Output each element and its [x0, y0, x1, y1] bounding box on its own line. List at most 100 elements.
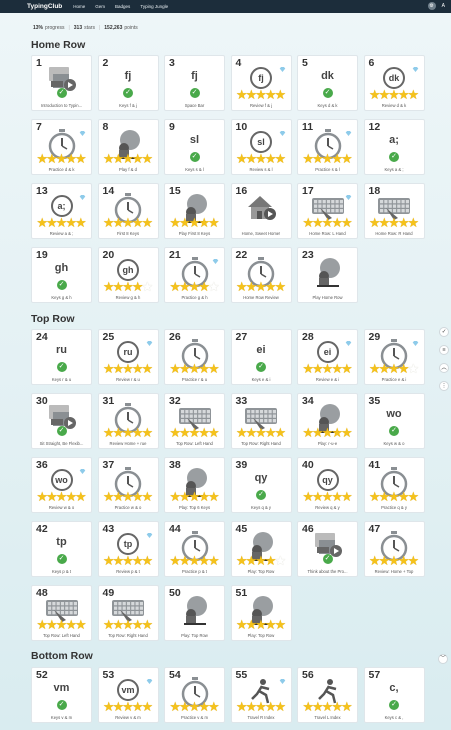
lesson-card-31[interactable]: 31 ★ ★ ★ ★ ★ Review Home + rue	[97, 393, 159, 449]
check-icon[interactable]: ✓	[439, 327, 449, 337]
lesson-card-57[interactable]: 57 c, ✓ Keys c & ,	[363, 667, 425, 723]
star-rating: ★ ★ ★ ★ ★	[365, 362, 424, 375]
lesson-card-43[interactable]: 43 tp ★ ★ ★ ★ ★ Review p & t	[97, 521, 159, 577]
star-icon: ★	[407, 87, 420, 102]
lesson-card-24[interactable]: 24 ru ✓ Keys r & u	[31, 329, 92, 385]
lesson-card-15[interactable]: 15 ★ ★ ★ ★ ★ Play First 8 Keys	[164, 183, 225, 239]
star-rating: ★ ★ ★ ★ ★	[298, 152, 357, 165]
lesson-card-41[interactable]: 41 ★ ★ ★ ★ ★ Practice q & y	[363, 457, 425, 513]
lesson-card-42[interactable]: 42 tp ✓ Keys p & t	[31, 521, 92, 577]
lesson-card-8[interactable]: 8 ★ ★ ★ ★ ★ Play f & d	[97, 119, 159, 175]
lesson-card-7[interactable]: 7 ★ ★ ★ ★ ★ Practice d & k	[31, 119, 92, 175]
nav-typing-jungle[interactable]: Typing Jungle	[140, 4, 168, 9]
menu-icon[interactable]: ≡	[439, 345, 449, 355]
lesson-card-20[interactable]: 20 gh ★ ★ ★ ★ ★ Review g & h	[97, 247, 159, 303]
lesson-card-35[interactable]: 35 wo ✓ Keys w & o	[363, 393, 425, 449]
lesson-card-5[interactable]: 5 dk ✓ Keys d & k	[297, 55, 358, 111]
lesson-card-26[interactable]: 26 ★ ★ ★ ★ ★ Practice r & u	[164, 329, 225, 385]
star-icon: ★	[340, 489, 353, 504]
settings-icon[interactable]: ⚙	[427, 2, 436, 10]
lesson-caption: Practice s & l	[315, 167, 340, 172]
lesson-card-34[interactable]: 34 ★ ★ ★ ★ ★ Play: r-u-e	[297, 393, 358, 449]
nav-gem[interactable]: Gem	[95, 4, 105, 9]
lesson-card-19[interactable]: 19 gh ✓ Keys g & h	[31, 247, 92, 303]
nav-badges[interactable]: Badges	[115, 4, 130, 9]
lesson-card-33[interactable]: 33 ★ ★ ★ ★ ★ Top Row: Right Hand	[230, 393, 292, 449]
stars-value: 313	[73, 25, 83, 31]
lesson-card-54[interactable]: 54 ★ ★ ★ ★ ★ Practice v & m	[164, 667, 225, 723]
lesson-card-30[interactable]: 30 ✓ Sit Straight, Be Flexib...	[31, 393, 92, 449]
lesson-card-40[interactable]: 40 qy ★ ★ ★ ★ ★ Review q & y	[297, 457, 358, 513]
gem-icon	[79, 187, 86, 200]
lesson-caption: Review v & m	[115, 715, 141, 720]
gem-icon	[345, 123, 352, 136]
lesson-card-29[interactable]: 29 ★ ★ ★ ★ ★ Practice e & i	[363, 329, 425, 385]
lesson-caption: Home, Sweet Home!	[241, 231, 281, 236]
lesson-card-36[interactable]: 36 wo ★ ★ ★ ★ ★ Review w & o	[31, 457, 92, 513]
star-rating: ★ ★ ★ ★ ★	[298, 216, 357, 229]
lesson-card-25[interactable]: 25 ru ★ ★ ★ ★ ★ Review r & u	[97, 329, 159, 385]
star-rating: ★ ★ ★ ★ ★	[99, 152, 158, 165]
lesson-card-1[interactable]: 1 ✓ Introduction to Typin...	[31, 55, 92, 111]
lesson-card-12[interactable]: 12 a; ✓ Keys a & ;	[363, 119, 425, 175]
lesson-card-39[interactable]: 39 qy ✓ Keys q & y	[230, 457, 292, 513]
chevron-down-icon[interactable]: ﹀	[438, 654, 448, 664]
lesson-card-16[interactable]: 16 Home, Sweet Home!	[230, 183, 292, 239]
star-rating: ★ ★ ★ ★ ★	[165, 700, 224, 713]
lesson-card-17[interactable]: 17 ★ ★ ★ ★ ★ Home Row: L Hand	[297, 183, 358, 239]
lesson-card-13[interactable]: 13 a; ★ ★ ★ ★ ★ Review a & ;	[31, 183, 92, 239]
lesson-card-47[interactable]: 47 ★ ★ ★ ★ ★ Review: Home + Top	[363, 521, 425, 577]
lesson-card-48[interactable]: 48 ★ ★ ★ ★ ★ Top Row: Left Hand	[31, 585, 92, 641]
lesson-caption: Keys q & y	[250, 505, 271, 510]
lesson-card-18[interactable]: 18 ★ ★ ★ ★ ★ Home Row: R Hand	[363, 183, 425, 239]
star-icon: ★	[207, 699, 220, 714]
completed-check-icon: ✓	[56, 362, 67, 372]
lesson-card-32[interactable]: 32 ★ ★ ★ ★ ★ Top Row: Left Hand	[164, 393, 225, 449]
lesson-caption: Review f & j	[249, 103, 273, 108]
star-rating: ★ ★ ★ ★ ★	[99, 554, 158, 567]
lesson-card-45[interactable]: 45 ★ ★ ★ ★ ★ Play: Top Row	[230, 521, 292, 577]
more-icon[interactable]: ⋮	[439, 381, 449, 391]
lesson-card-28[interactable]: 28 ei ★ ★ ★ ★ ★ Review e & i	[297, 329, 358, 385]
lesson-caption: Keys v & m	[50, 715, 73, 720]
lesson-card-37[interactable]: 37 ★ ★ ★ ★ ★ Practice w & o	[97, 457, 159, 513]
lesson-card-6[interactable]: 6 dk ★ ★ ★ ★ ★ Review d & k	[363, 55, 425, 111]
lesson-card-46[interactable]: 46 ✓ Think about the Pro...	[297, 521, 358, 577]
lesson-caption: Space Bar	[184, 103, 205, 108]
lesson-caption: Review p & t	[116, 569, 140, 574]
lesson-card-52[interactable]: 52 vm ✓ Keys v & m	[31, 667, 92, 723]
star-rating: ★ ★ ★ ★ ★	[99, 618, 158, 631]
lesson-card-3[interactable]: 3 fj ✓ Space Bar	[164, 55, 225, 111]
lesson-card-44[interactable]: 44 ★ ★ ★ ★ ★ Practice p & t	[164, 521, 225, 577]
lesson-card-11[interactable]: 11 ★ ★ ★ ★ ★ Practice s & l	[297, 119, 358, 175]
lesson-card-55[interactable]: 55 ★ ★ ★ ★ ★ Travel R Index	[230, 667, 292, 723]
lesson-card-23[interactable]: 23 Play Home Row	[297, 247, 358, 303]
lesson-card-9[interactable]: 9 sl ✓ Keys s & l	[164, 119, 225, 175]
lesson-caption: Review q & y	[315, 505, 340, 510]
lesson-card-27[interactable]: 27 ei ✓ Keys e & i	[230, 329, 292, 385]
lesson-card-2[interactable]: 2 fj ✓ Keys f & j	[97, 55, 159, 111]
lesson-card-22[interactable]: 22 ★ ★ ★ ★ ★ Home Row Review	[230, 247, 292, 303]
user-icon[interactable]: A	[442, 3, 445, 9]
lesson-card-50[interactable]: 50 Play: Top Row	[164, 585, 225, 641]
chevron-up-icon[interactable]: ︿	[439, 363, 449, 373]
gem-icon	[279, 671, 286, 684]
lesson-card-53[interactable]: 53 vm ★ ★ ★ ★ ★ Review v & m	[97, 667, 159, 723]
progress-stats: 13% progress | 313 stars | 152,263 point…	[33, 25, 138, 31]
star-icon: ★	[74, 151, 87, 166]
star-rating: ★ ★ ★ ★ ★	[298, 426, 357, 439]
nav-home[interactable]: Home	[73, 4, 85, 9]
star-rating: ★ ★ ★ ★ ★	[232, 280, 291, 293]
lesson-card-56[interactable]: 56 ★ ★ ★ ★ ★ Travel L Index	[297, 667, 358, 723]
star-rating: ★ ★ ★ ★ ★	[32, 618, 91, 631]
lesson-card-38[interactable]: 38 ★ ★ ★ ★ ★ Play: Top 6 Keys	[164, 457, 225, 513]
lesson-card-21[interactable]: 21 ★ ★ ★ ★ ★ Practice g & h	[164, 247, 225, 303]
lesson-card-4[interactable]: 4 fj ★ ★ ★ ★ ★ Review f & j	[230, 55, 292, 111]
lesson-card-49[interactable]: 49 ★ ★ ★ ★ ★ Top Row: Right Hand	[97, 585, 159, 641]
lesson-card-51[interactable]: 51 ★ ★ ★ ★ ★ Play: Top Row	[230, 585, 292, 641]
brand-logo[interactable]: TypingClub	[27, 3, 62, 10]
completed-check-icon: ✓	[256, 362, 266, 372]
lesson-card-14[interactable]: 14 ★ ★ ★ ★ ★ First 8 Keys	[97, 183, 159, 239]
lesson-caption: Practice v & m	[181, 715, 208, 720]
lesson-card-10[interactable]: 10 sl ★ ★ ★ ★ ★ Review s & l	[230, 119, 292, 175]
